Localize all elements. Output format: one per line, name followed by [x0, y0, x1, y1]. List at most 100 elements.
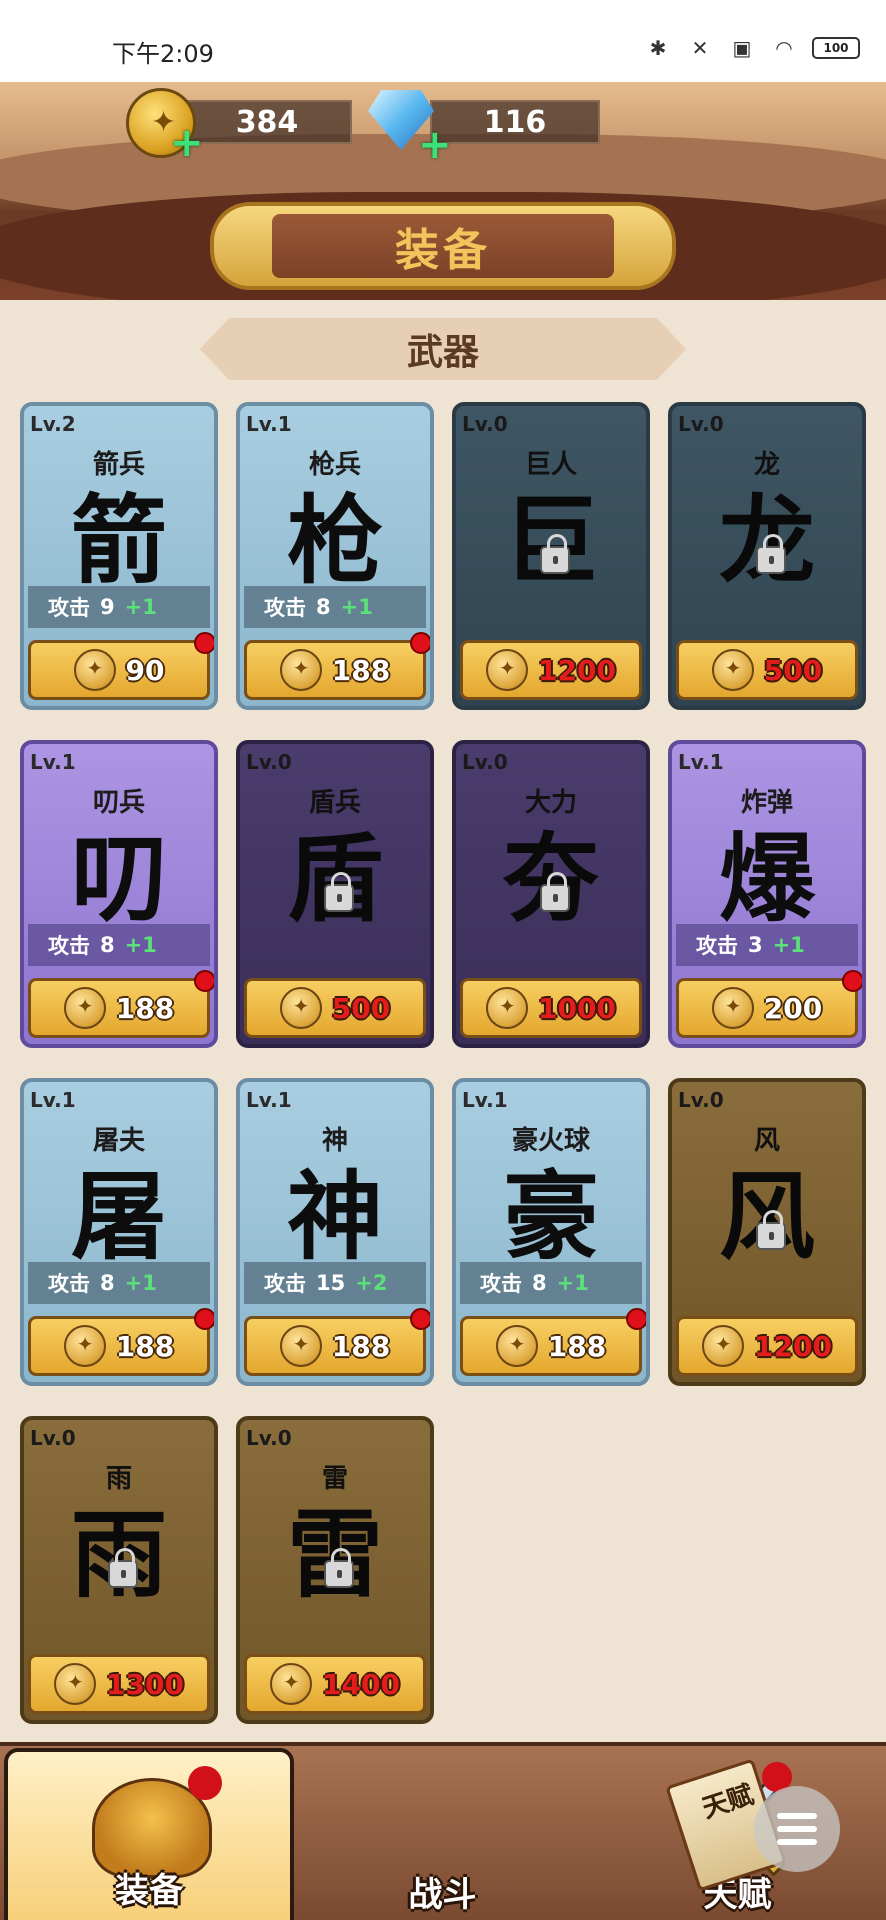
attack-label: 攻击	[264, 1272, 306, 1296]
card-level: Lv.1	[30, 1088, 76, 1112]
lock-icon	[540, 872, 570, 912]
upgrade-price: 1400	[322, 1667, 400, 1701]
upgrade-price: 188	[115, 991, 175, 1025]
card-level: Lv.2	[30, 412, 76, 436]
weapon-card[interactable]: Lv.0盾兵盾500	[236, 740, 434, 1048]
card-name: 豪火球	[511, 1126, 590, 1156]
card-glyph: 箭	[71, 484, 167, 597]
upgrade-button[interactable]: 1000	[460, 978, 642, 1038]
card-glyph: 爆	[719, 822, 815, 935]
add-coins-button[interactable]: +	[170, 123, 204, 163]
weapon-card[interactable]: Lv.1 屠夫屠攻击 8 +1 188	[20, 1078, 218, 1386]
coin-icon	[279, 987, 322, 1029]
upgrade-price: 1200	[754, 1329, 832, 1363]
card-glyph: 枪	[287, 484, 383, 597]
tab-battle[interactable]: 战斗	[295, 1746, 786, 1920]
upgrade-button[interactable]: 500	[244, 978, 426, 1038]
lock-icon	[324, 872, 354, 912]
upgrade-button[interactable]: 188	[28, 1316, 210, 1376]
coin-icon	[702, 1325, 745, 1367]
notification-dot	[410, 1308, 430, 1330]
weapon-card[interactable]: Lv.0雷雷1400	[236, 1416, 434, 1724]
upgrade-button[interactable]: 1200	[676, 1316, 858, 1376]
weapon-card[interactable]: Lv.0巨人巨1200	[452, 402, 650, 710]
top-banner: 384 + 116 + 装备	[0, 82, 886, 300]
weapon-card[interactable]: Lv.1 炸弹爆攻击 3 +1 200	[668, 740, 866, 1048]
attack-label: 攻击	[264, 596, 306, 620]
coin-icon	[495, 1325, 538, 1367]
upgrade-price: 500	[763, 653, 823, 687]
coin-icon	[279, 1325, 322, 1367]
card-name: 龙	[753, 450, 780, 480]
card-glyph: 屠	[71, 1160, 167, 1273]
attack-bonus: +1	[772, 933, 805, 957]
card-name: 雷	[321, 1464, 348, 1494]
notification-dot	[188, 1766, 222, 1800]
card-level: Lv.0	[30, 1426, 76, 1450]
weapon-card[interactable]: Lv.1 神神攻击 15 +2 188	[236, 1078, 434, 1386]
upgrade-button[interactable]: 90	[28, 640, 210, 700]
weapon-card[interactable]: Lv.1豪火球豪攻击 8 +1 188	[452, 1078, 650, 1386]
card-level: Lv.1	[246, 1088, 292, 1112]
status-icons: ✱ ✕ ▣ ◠ 100	[644, 36, 860, 60]
add-gems-button[interactable]: +	[418, 125, 452, 165]
card-level: Lv.1	[678, 750, 724, 774]
upgrade-price: 1000	[538, 991, 616, 1025]
upgrade-button[interactable]: 500	[676, 640, 858, 700]
lock-icon	[756, 534, 786, 574]
card-level: Lv.1	[462, 1088, 508, 1112]
weapon-card[interactable]: Lv.2 箭兵箭攻击 9 +1 90	[20, 402, 218, 710]
weapon-card[interactable]: Lv.0大力夯1000	[452, 740, 650, 1048]
coin-icon	[711, 987, 754, 1029]
attack-stat: 攻击 3 +1	[676, 924, 858, 966]
card-name: 大力	[524, 788, 577, 818]
upgrade-button[interactable]: 200	[676, 978, 858, 1038]
attack-value: 15	[316, 1271, 346, 1295]
upgrade-button[interactable]: 1300	[28, 1654, 210, 1714]
card-level: Lv.0	[246, 1426, 292, 1450]
upgrade-price: 188	[331, 653, 391, 687]
upgrade-price: 188	[115, 1329, 175, 1363]
attack-label: 攻击	[48, 596, 90, 620]
upgrade-button[interactable]: 1200	[460, 640, 642, 700]
upgrade-price: 500	[331, 991, 391, 1025]
attack-stat: 攻击 8 +1	[460, 1262, 642, 1304]
upgrade-button[interactable]: 188	[28, 978, 210, 1038]
floating-menu-button[interactable]	[754, 1786, 840, 1872]
upgrade-price: 188	[547, 1329, 607, 1363]
card-level: Lv.0	[678, 412, 724, 436]
status-time: 下午2:09	[112, 40, 214, 68]
card-level: Lv.1	[246, 412, 292, 436]
weapon-card[interactable]: Lv.1 叨兵叨攻击 8 +1 188	[20, 740, 218, 1048]
page-title: 装备	[272, 214, 614, 278]
notification-dot	[842, 970, 862, 992]
attack-value: 9	[100, 595, 115, 619]
notification-dot	[194, 632, 214, 654]
upgrade-button[interactable]: 188	[460, 1316, 642, 1376]
upgrade-price: 200	[763, 991, 823, 1025]
attack-value: 3	[748, 933, 763, 957]
card-level: Lv.0	[678, 1088, 724, 1112]
attack-stat: 攻击 8 +1	[28, 924, 210, 966]
coin-icon	[711, 649, 754, 691]
notification-dot	[194, 1308, 214, 1330]
attack-bonus: +1	[124, 1271, 157, 1295]
coin-icon	[486, 987, 529, 1029]
upgrade-button[interactable]: 1400	[244, 1654, 426, 1714]
tab-equipment[interactable]: 装备	[4, 1748, 294, 1920]
card-name: 屠夫	[92, 1126, 145, 1156]
attack-label: 攻击	[48, 1272, 90, 1296]
weapon-card[interactable]: Lv.0风风1200	[668, 1078, 866, 1386]
attack-bonus: +1	[556, 1271, 589, 1295]
attack-bonus: +1	[340, 595, 373, 619]
weapon-card[interactable]: Lv.1 枪兵枪攻击 8 +1 188	[236, 402, 434, 710]
weapon-card[interactable]: Lv.0龙龙500	[668, 402, 866, 710]
upgrade-price: 1300	[106, 1667, 184, 1701]
weapon-card[interactable]: Lv.0雨雨1300	[20, 1416, 218, 1724]
upgrade-button[interactable]: 188	[244, 1316, 426, 1376]
upgrade-button[interactable]: 188	[244, 640, 426, 700]
coin-icon	[63, 1325, 106, 1367]
attack-value: 8	[100, 933, 115, 957]
card-glyph: 豪	[503, 1160, 599, 1273]
lock-icon	[108, 1548, 138, 1588]
